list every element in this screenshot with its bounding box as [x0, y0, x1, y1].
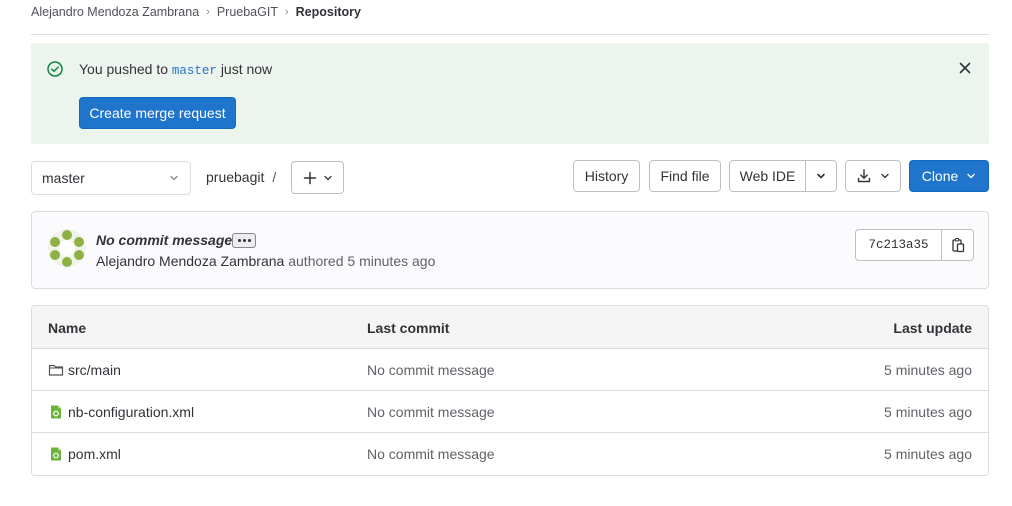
file-last-update: 5 minutes ago — [884, 404, 972, 420]
commit-time: 5 minutes ago — [347, 253, 436, 269]
breadcrumb-separator-icon: › — [206, 6, 210, 18]
file-xml-icon — [51, 405, 61, 419]
alert-message-prefix: You pushed to — [79, 61, 169, 77]
chevron-down-icon — [323, 175, 332, 180]
download-icon — [857, 169, 871, 183]
branch-selector[interactable]: master — [31, 161, 191, 195]
breadcrumb-separator-icon: › — [284, 6, 289, 18]
chevron-down-icon — [967, 173, 975, 179]
chevron-down-icon — [170, 175, 178, 181]
author-avatar[interactable] — [48, 229, 86, 267]
branch-selector-value: master — [42, 170, 85, 186]
chevron-down-icon — [817, 173, 825, 179]
close-icon[interactable] — [956, 59, 974, 77]
file-last-commit-link[interactable]: No commit message — [367, 404, 495, 420]
column-header-name: Name — [48, 320, 87, 336]
breadcrumb-item-owner[interactable]: Alejandro Mendoza Zambrana — [31, 5, 199, 19]
repo-path-root[interactable]: pruebagit — [206, 169, 264, 185]
web-ide-dropdown-button[interactable] — [805, 160, 837, 192]
breadcrumb-item-project[interactable]: PruebaGIT — [217, 5, 278, 19]
copy-to-clipboard-icon — [951, 237, 964, 253]
file-name-link[interactable]: src/main — [68, 362, 121, 378]
alert-branch-name: master — [171, 64, 217, 78]
folder-icon — [48, 364, 64, 376]
create-merge-request-button[interactable]: Create merge request — [79, 97, 236, 129]
last-commit-panel: No commit message Alejandro Mendoza Zamb… — [31, 211, 989, 289]
download-button[interactable] — [845, 160, 901, 192]
commit-authored-text: authored — [288, 253, 344, 269]
header-divider — [31, 34, 989, 35]
commit-title[interactable]: No commit message — [96, 232, 232, 248]
table-row[interactable]: src/main No commit message 5 minutes ago — [32, 349, 988, 391]
commit-author-link[interactable]: Alejandro Mendoza Zambrana — [96, 253, 284, 269]
commit-sha-group: 7c213a35 — [855, 229, 974, 261]
table-row[interactable]: nb-configuration.xml No commit message 5… — [32, 391, 988, 433]
column-header-last-commit: Last commit — [367, 320, 450, 336]
toggle-commit-description-button[interactable] — [232, 233, 256, 248]
file-name-link[interactable]: pom.xml — [68, 446, 121, 462]
clone-button-label: Clone — [921, 168, 959, 184]
clone-button[interactable]: Clone — [909, 160, 989, 192]
find-file-button[interactable]: Find file — [649, 160, 721, 192]
file-last-commit-link[interactable]: No commit message — [367, 362, 495, 378]
file-tree-table: Name Last commit Last update src/main No… — [31, 305, 989, 476]
file-xml-icon — [51, 447, 61, 461]
commit-meta: Alejandro Mendoza Zambrana authored 5 mi… — [96, 253, 435, 269]
table-row[interactable]: pom.xml No commit message 5 minutes ago — [32, 433, 988, 475]
table-header: Name Last commit Last update — [32, 306, 988, 349]
check-circle-icon — [47, 61, 63, 77]
breadcrumb: Alejandro Mendoza Zambrana › PruebaGIT ›… — [31, 4, 361, 20]
alert-message-suffix: just now — [220, 61, 273, 77]
history-button[interactable]: History — [573, 160, 640, 192]
file-name-link[interactable]: nb-configuration.xml — [68, 404, 194, 420]
web-ide-button[interactable]: Web IDE — [729, 160, 806, 192]
file-last-update: 5 minutes ago — [884, 446, 972, 462]
chevron-down-icon — [881, 173, 889, 179]
file-last-commit-link[interactable]: No commit message — [367, 446, 495, 462]
commit-sha-label[interactable]: 7c213a35 — [855, 229, 942, 261]
plus-icon — [303, 171, 316, 184]
path-separator: / — [272, 169, 277, 185]
repo-path: pruebagit / — [206, 169, 276, 185]
column-header-last-update: Last update — [893, 320, 972, 336]
file-last-update: 5 minutes ago — [884, 362, 972, 378]
copy-sha-button[interactable] — [942, 229, 974, 261]
push-alert: You pushed to master just now Create mer… — [31, 43, 989, 144]
add-to-tree-dropdown[interactable] — [291, 161, 344, 194]
alert-message: You pushed to master just now — [79, 61, 272, 78]
breadcrumb-item-current[interactable]: Repository — [296, 5, 361, 19]
